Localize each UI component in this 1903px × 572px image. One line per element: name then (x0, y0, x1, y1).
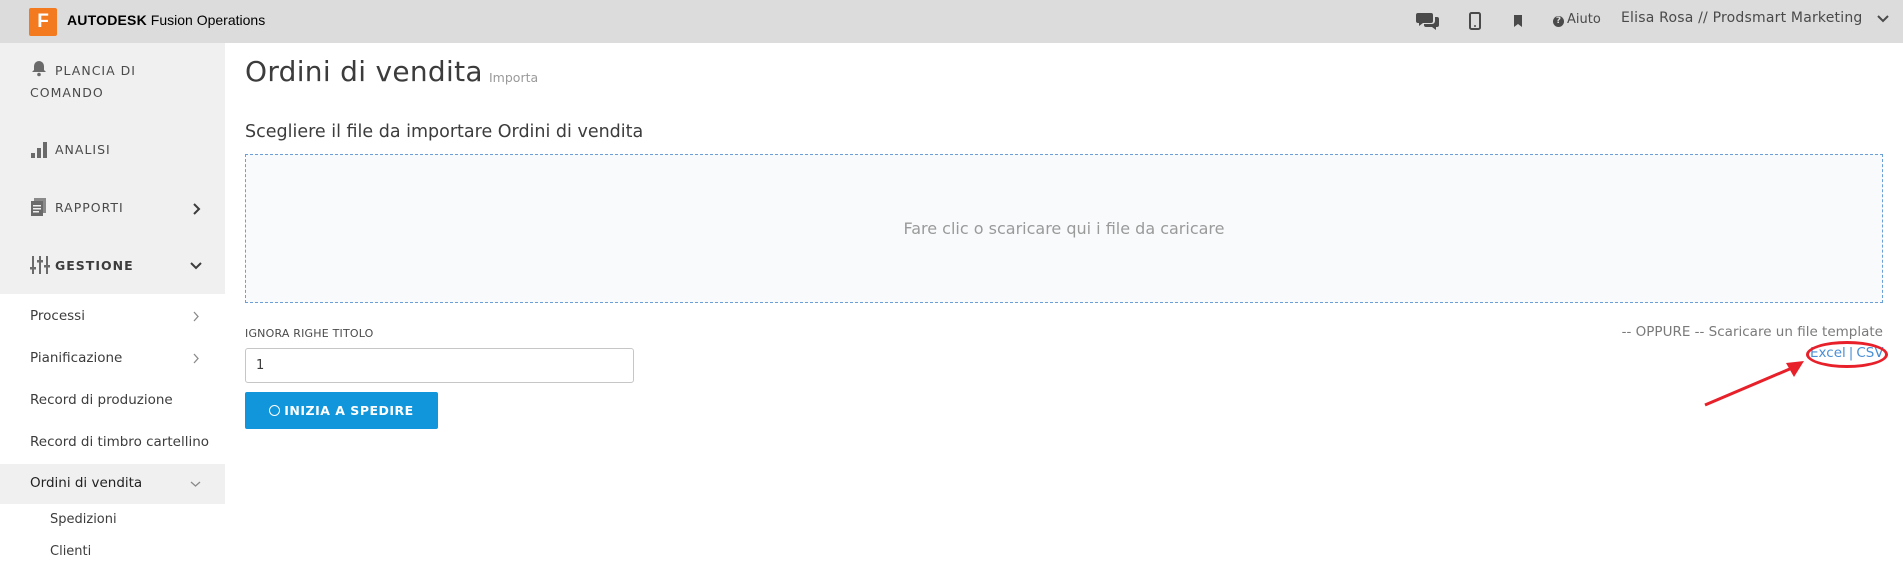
sidebar-item-shipments-label: Spedizioni (50, 512, 117, 527)
sidebar-item-dashboard-label: PLANCIA DI (55, 63, 136, 78)
sidebar-item-sales-orders-label: Ordini di vendita (30, 475, 143, 491)
circle-arrow-icon (269, 405, 281, 416)
user-menu[interactable]: Elisa Rosa // Prodsmart Marketing (1621, 10, 1863, 26)
skip-rows-label: IGNORA RIGHE TITOLO (245, 327, 374, 340)
logo-letter: F (37, 11, 49, 32)
bar-chart-icon (31, 142, 47, 158)
template-download-text: -- OPPURE -- Scaricare un file template (1621, 324, 1883, 340)
brand-bold: AUTODESK (67, 12, 147, 28)
question-icon: ? (1553, 16, 1564, 27)
sidebar-item-processes-label: Processi (30, 308, 85, 324)
bell-icon (32, 61, 46, 77)
chat-icon[interactable] (1416, 10, 1440, 32)
report-icon (31, 198, 46, 216)
sidebar-item-dashboard-label-2: COMANDO (30, 85, 104, 100)
brand-product: Fusion Operations (150, 12, 266, 28)
sliders-icon (30, 256, 50, 274)
sidebar: PLANCIA DI COMANDO ANALISI RAPPORTI GEST… (0, 43, 225, 572)
chevron-right-icon (193, 203, 201, 215)
page-subtitle: Importa (489, 70, 539, 85)
sidebar-item-analytics-label: ANALISI (55, 142, 111, 157)
help-link[interactable]: ? Aiuto (1553, 12, 1601, 27)
sidebar-item-planning-label: Pianificazione (30, 350, 123, 366)
start-import-button-label: INIZIA A SPEDIRE (284, 403, 414, 418)
annotation-arrow-icon (1704, 361, 1804, 407)
sidebar-item-timeclock-records-label: Record di timbro cartellino (30, 434, 210, 450)
brand-name: AUTODESK Fusion Operations (67, 12, 265, 28)
fusion-logo-icon[interactable]: F (29, 8, 57, 36)
file-dropzone[interactable]: Fare clic o scaricare qui i file da cari… (245, 154, 1883, 303)
highlight-oval (1806, 341, 1888, 368)
page-title: Ordini di vendita (245, 55, 483, 88)
dropzone-text: Fare clic o scaricare qui i file da cari… (903, 219, 1225, 238)
chevron-down-icon (190, 481, 201, 487)
sidebar-item-reports-label: RAPPORTI (55, 200, 124, 215)
section-title: Scegliere il file da importare Ordini di… (245, 122, 644, 142)
chevron-down-icon (190, 262, 202, 270)
start-import-button[interactable]: INIZIA A SPEDIRE (245, 392, 438, 429)
sidebar-item-production-records-label: Record di produzione (30, 392, 173, 408)
chevron-right-icon (193, 353, 199, 364)
sidebar-item-management-label: GESTIONE (55, 258, 134, 273)
skip-rows-input[interactable] (245, 348, 634, 383)
bookmark-icon[interactable] (1506, 10, 1530, 32)
mobile-icon[interactable] (1463, 10, 1487, 32)
chevron-down-icon[interactable] (1876, 14, 1890, 24)
sidebar-item-customers-label: Clienti (50, 544, 92, 559)
chevron-right-icon (193, 311, 199, 322)
help-label: Aiuto (1567, 12, 1601, 27)
top-bar: F AUTODESK Fusion Operations ? Aiuto Elis… (0, 0, 1903, 43)
